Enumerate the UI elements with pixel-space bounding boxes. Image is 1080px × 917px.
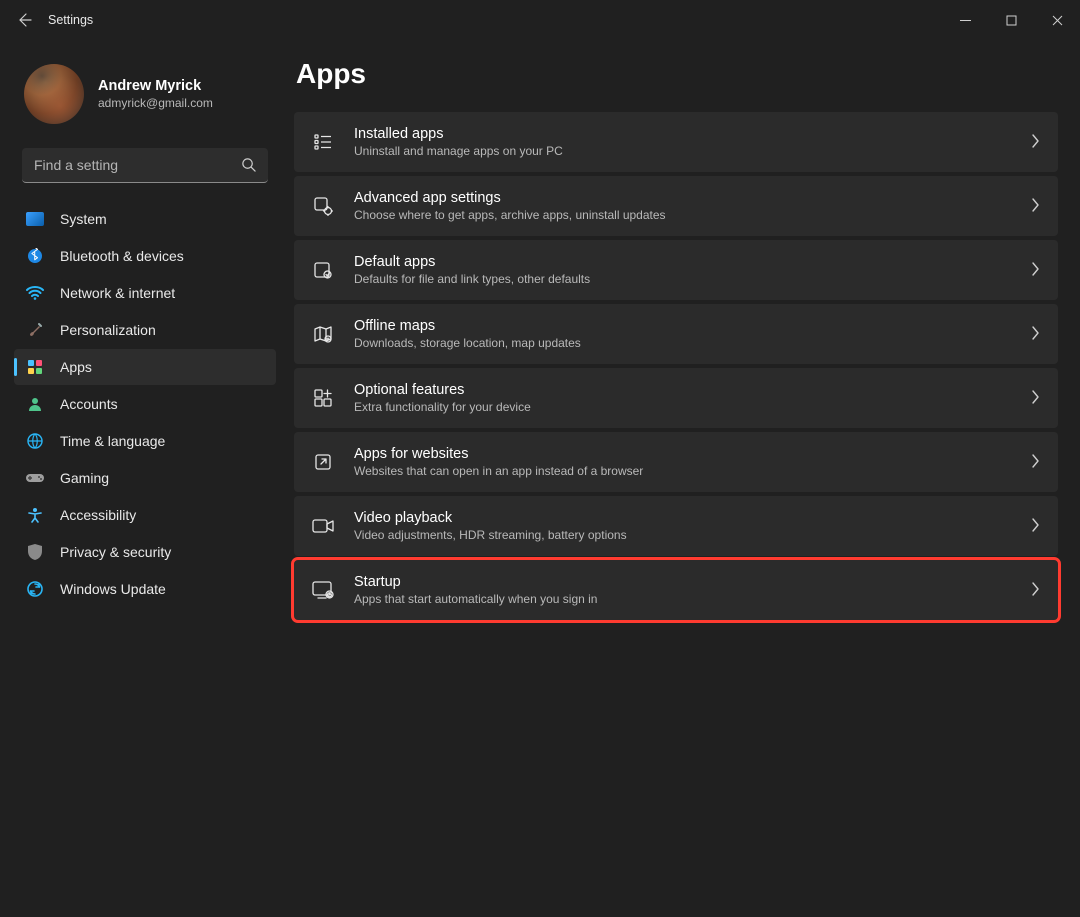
add-apps-icon [312, 387, 334, 409]
row-apps-for-websites[interactable]: Apps for websites Websites that can open… [294, 432, 1058, 492]
row-title: Optional features [354, 382, 1010, 398]
row-title: Video playback [354, 510, 1010, 526]
nav-label: Network & internet [60, 285, 175, 301]
nav-item-system[interactable]: System [14, 201, 276, 237]
nav-item-privacy[interactable]: Privacy & security [14, 534, 276, 570]
row-offline-maps[interactable]: Offline maps Downloads, storage location… [294, 304, 1058, 364]
search-input[interactable] [22, 148, 268, 183]
nav-item-network[interactable]: Network & internet [14, 275, 276, 311]
minimize-button[interactable] [942, 4, 988, 36]
row-subtitle: Downloads, storage location, map updates [354, 336, 1010, 350]
profile-email: admyrick@gmail.com [98, 96, 213, 110]
nav-label: Gaming [60, 470, 109, 486]
brush-icon [26, 321, 44, 339]
page-title: Apps [296, 58, 1058, 90]
nav-label: Personalization [60, 322, 156, 338]
nav-list: System Bluetooth & devices Network & int… [14, 201, 276, 607]
maximize-button[interactable] [988, 4, 1034, 36]
profile-name: Andrew Myrick [98, 78, 213, 94]
sidebar: Andrew Myrick admyrick@gmail.com System … [0, 40, 290, 917]
bluetooth-icon [26, 247, 44, 265]
row-default-apps[interactable]: Default apps Defaults for file and link … [294, 240, 1058, 300]
list-icon [312, 131, 334, 153]
nav-item-windows-update[interactable]: Windows Update [14, 571, 276, 607]
nav-item-apps[interactable]: Apps [14, 349, 276, 385]
nav-item-accounts[interactable]: Accounts [14, 386, 276, 422]
row-title: Apps for websites [354, 446, 1010, 462]
row-optional-features[interactable]: Optional features Extra functionality fo… [294, 368, 1058, 428]
globe-icon [26, 432, 44, 450]
nav-label: Privacy & security [60, 544, 171, 560]
row-subtitle: Extra functionality for your device [354, 400, 1010, 414]
wifi-icon [26, 284, 44, 302]
video-icon [312, 515, 334, 537]
titlebar: Settings [0, 0, 1080, 40]
nav-label: Accessibility [60, 507, 136, 523]
apps-icon [26, 358, 44, 376]
row-title: Default apps [354, 254, 1010, 270]
row-title: Startup [354, 574, 1010, 590]
nav-label: Time & language [60, 433, 165, 449]
chevron-right-icon [1030, 390, 1040, 407]
row-video-playback[interactable]: Video playback Video adjustments, HDR st… [294, 496, 1058, 556]
row-advanced-app-settings[interactable]: Advanced app settings Choose where to ge… [294, 176, 1058, 236]
row-title: Installed apps [354, 126, 1010, 142]
nav-item-bluetooth[interactable]: Bluetooth & devices [14, 238, 276, 274]
row-subtitle: Websites that can open in an app instead… [354, 464, 1010, 478]
accounts-icon [26, 395, 44, 413]
startup-icon [312, 579, 334, 601]
open-external-icon [312, 451, 334, 473]
nav-label: Apps [60, 359, 92, 375]
nav-label: System [60, 211, 107, 227]
main-content: Apps Installed apps Uninstall and manage… [290, 40, 1080, 917]
chevron-right-icon [1030, 198, 1040, 215]
row-title: Offline maps [354, 318, 1010, 334]
nav-label: Bluetooth & devices [60, 248, 184, 264]
row-subtitle: Apps that start automatically when you s… [354, 592, 1010, 606]
row-startup[interactable]: Startup Apps that start automatically wh… [294, 560, 1058, 620]
row-subtitle: Video adjustments, HDR streaming, batter… [354, 528, 1010, 542]
chevron-right-icon [1030, 134, 1040, 151]
search-icon [241, 157, 256, 175]
map-icon [312, 323, 334, 345]
nav-item-gaming[interactable]: Gaming [14, 460, 276, 496]
row-subtitle: Choose where to get apps, archive apps, … [354, 208, 1010, 222]
nav-item-time-language[interactable]: Time & language [14, 423, 276, 459]
nav-label: Accounts [60, 396, 118, 412]
row-subtitle: Uninstall and manage apps on your PC [354, 144, 1010, 158]
avatar [24, 64, 84, 124]
app-gear-icon [312, 195, 334, 217]
nav-label: Windows Update [60, 581, 166, 597]
nav-item-personalization[interactable]: Personalization [14, 312, 276, 348]
window-title: Settings [48, 13, 93, 27]
chevron-right-icon [1030, 582, 1040, 599]
close-button[interactable] [1034, 4, 1080, 36]
shield-icon [26, 543, 44, 561]
chevron-right-icon [1030, 262, 1040, 279]
back-button[interactable] [14, 10, 34, 30]
row-title: Advanced app settings [354, 190, 1010, 206]
nav-item-accessibility[interactable]: Accessibility [14, 497, 276, 533]
profile-block[interactable]: Andrew Myrick admyrick@gmail.com [14, 58, 276, 130]
window-controls [942, 4, 1080, 36]
gamepad-icon [26, 469, 44, 487]
row-subtitle: Defaults for file and link types, other … [354, 272, 1010, 286]
row-installed-apps[interactable]: Installed apps Uninstall and manage apps… [294, 112, 1058, 172]
chevron-right-icon [1030, 454, 1040, 471]
system-icon [26, 210, 44, 228]
chevron-right-icon [1030, 326, 1040, 343]
chevron-right-icon [1030, 518, 1040, 535]
default-apps-icon [312, 259, 334, 281]
accessibility-icon [26, 506, 44, 524]
update-icon [26, 580, 44, 598]
